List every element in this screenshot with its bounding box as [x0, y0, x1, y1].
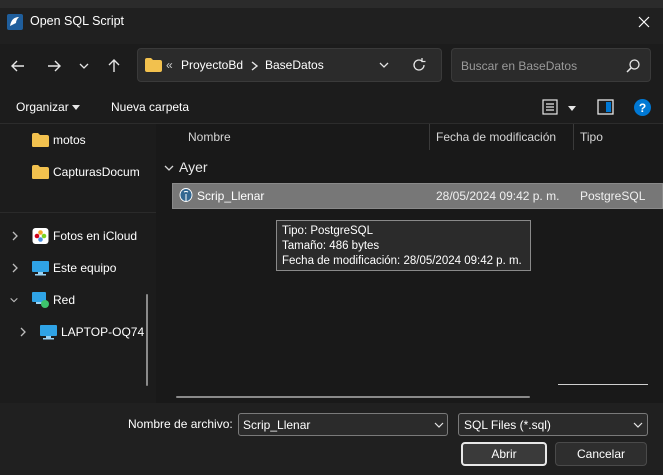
sidebar-item-label: Este equipo — [53, 261, 117, 275]
sidebar-item-laptop[interactable]: LAPTOP-OQ74 — [0, 320, 156, 344]
folder-icon — [145, 58, 162, 72]
file-row[interactable]: Scrip_Llenar 28/05/2024 09:42 p. m. Post… — [172, 183, 663, 209]
sidebar-item-label: Red — [53, 293, 76, 307]
network-icon — [32, 292, 49, 308]
address-overflow[interactable]: « — [166, 58, 173, 72]
up-button[interactable] — [102, 54, 126, 78]
tooltip-size: Tamaño: 486 bytes — [282, 240, 380, 252]
arrow-left-icon — [11, 60, 24, 72]
breadcrumb-separator-icon — [251, 61, 259, 71]
cancel-button[interactable]: Cancelar — [555, 442, 647, 466]
open-button[interactable]: Abrir — [461, 442, 547, 466]
details-view-icon[interactable] — [542, 99, 558, 115]
chevron-right-icon[interactable] — [10, 230, 20, 242]
navigation-pane: motos CapturasDocum Fotos en iCloud Este… — [0, 124, 156, 403]
sidebar-scrollbar[interactable] — [146, 294, 148, 386]
close-icon — [638, 16, 650, 28]
sidebar-item-label: CapturasDocum — [53, 165, 140, 179]
computer-icon — [32, 261, 49, 276]
postgresql-icon — [179, 188, 193, 202]
filetype-select[interactable]: SQL Files (*.sql) — [458, 413, 648, 436]
refresh-icon[interactable] — [411, 57, 427, 73]
organize-menu[interactable]: Organizar — [16, 100, 69, 114]
mysql-workbench-icon — [7, 14, 23, 30]
sidebar-item-label: Fotos en iCloud — [53, 229, 138, 243]
filename-value: Scrip_Llenar — [243, 418, 311, 432]
sidebar-item-motos[interactable]: motos — [0, 128, 156, 152]
filetype-value: SQL Files (*.sql) — [464, 418, 551, 432]
preview-pane-icon[interactable] — [597, 99, 614, 115]
chevron-down-icon — [79, 63, 89, 69]
new-folder-button[interactable]: Nueva carpeta — [111, 100, 189, 114]
address-history-chevron-icon[interactable] — [376, 57, 392, 73]
search-icon[interactable] — [625, 58, 641, 74]
filename-label: Nombre de archivo: — [128, 417, 233, 431]
column-divider[interactable] — [429, 124, 430, 150]
folder-icon — [32, 133, 49, 147]
column-header-name[interactable]: Nombre — [188, 130, 231, 144]
view-options-caret-icon[interactable] — [568, 106, 576, 111]
sidebar-item-red[interactable]: Red — [0, 288, 156, 312]
forward-button[interactable] — [42, 54, 66, 78]
icloud-photos-icon — [32, 228, 49, 244]
svg-text:?: ? — [639, 101, 646, 115]
computer-icon — [40, 325, 57, 340]
chevron-right-icon[interactable] — [18, 326, 28, 338]
column-divider[interactable] — [573, 124, 574, 150]
search-box[interactable]: Buscar en BaseDatos — [451, 48, 651, 82]
close-button[interactable] — [630, 10, 658, 34]
address-bar[interactable]: « ProyectoBd BaseDatos — [137, 48, 442, 82]
column-header-type[interactable]: Tipo — [580, 130, 603, 144]
sidebar-item-label: LAPTOP-OQ74 — [61, 325, 145, 339]
file-tooltip: Tipo: PostgreSQL Tamaño: 486 bytes Fecha… — [276, 220, 531, 271]
filename-field[interactable]: Scrip_Llenar — [238, 413, 448, 436]
file-name: Scrip_Llenar — [197, 189, 265, 203]
sidebar-item-este-equipo[interactable]: Este equipo — [0, 256, 156, 280]
group-collapse-chevron-icon[interactable] — [164, 163, 174, 173]
sidebar-item-capturasdocum[interactable]: CapturasDocum — [0, 160, 156, 184]
breadcrumb-proyectobd[interactable]: ProyectoBd — [181, 58, 243, 72]
sidebar-divider — [0, 212, 156, 213]
chevron-down-icon[interactable] — [9, 294, 19, 306]
file-date: 28/05/2024 09:42 p. m. — [436, 189, 560, 203]
dialog-footer: Nombre de archivo: Scrip_Llenar SQL File… — [0, 403, 663, 475]
arrow-up-icon — [108, 59, 120, 72]
tooltip-modified: Fecha de modificación: 28/05/2024 09:42 … — [282, 255, 522, 267]
title-bar: Open SQL Script — [0, 0, 663, 44]
scroll-edge — [558, 384, 648, 385]
group-header-ayer[interactable]: Ayer — [179, 159, 208, 175]
sidebar-item-icloud-photos[interactable]: Fotos en iCloud — [0, 224, 156, 248]
chevron-down-icon[interactable] — [633, 420, 643, 430]
folder-icon — [32, 165, 49, 179]
breadcrumb-basedatos[interactable]: BaseDatos — [265, 58, 324, 72]
command-bar: Organizar Nueva carpeta ? — [0, 90, 663, 124]
sidebar-item-label: motos — [53, 133, 86, 147]
search-placeholder: Buscar en BaseDatos — [461, 59, 578, 73]
horizontal-scrollbar[interactable] — [176, 396, 530, 398]
help-icon[interactable]: ? — [634, 99, 651, 116]
back-button[interactable] — [6, 54, 30, 78]
file-type: PostgreSQL — [580, 189, 646, 203]
chevron-right-icon[interactable] — [10, 262, 20, 274]
organize-caret-icon[interactable] — [72, 105, 80, 110]
column-header-date[interactable]: Fecha de modificación — [436, 130, 556, 144]
navigation-bar: « ProyectoBd BaseDatos Buscar en BaseDat… — [0, 44, 663, 90]
arrow-right-icon — [48, 60, 61, 72]
recent-locations-button[interactable] — [72, 54, 96, 78]
chevron-down-icon[interactable] — [434, 420, 444, 430]
window-title: Open SQL Script — [30, 14, 125, 28]
title-top-strip — [0, 0, 663, 8]
tooltip-type: Tipo: PostgreSQL — [282, 225, 373, 237]
